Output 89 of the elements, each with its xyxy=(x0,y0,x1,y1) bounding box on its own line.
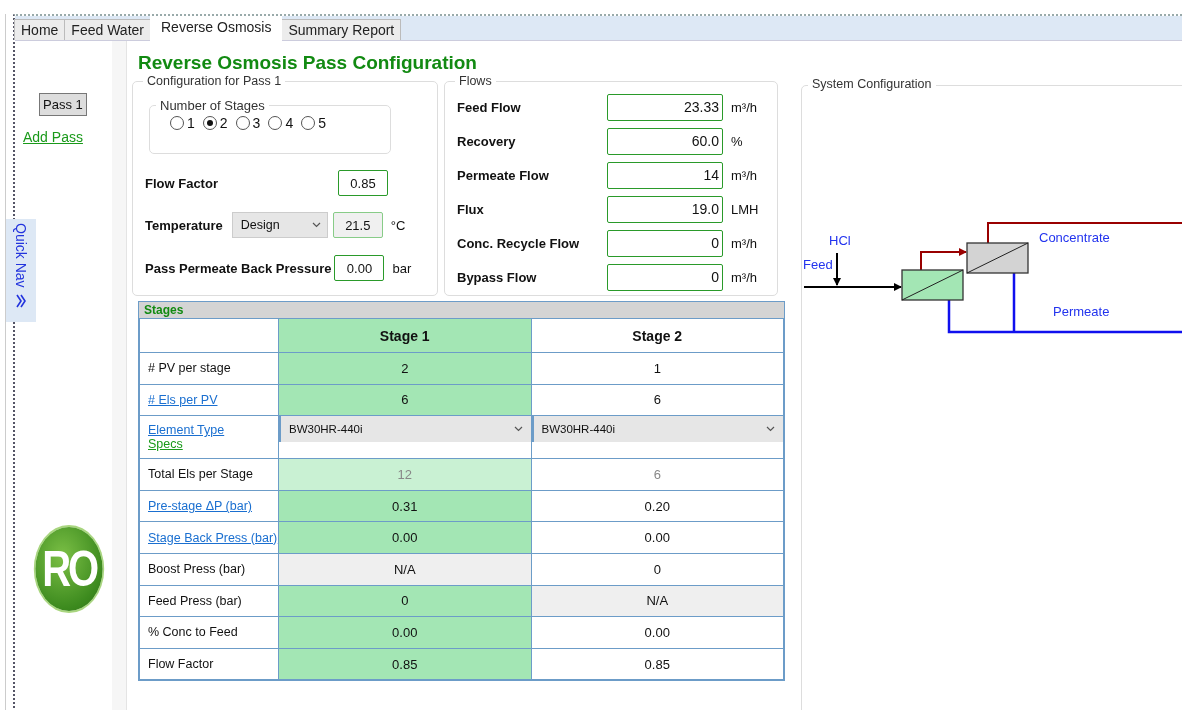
radio-button[interactable] xyxy=(301,116,316,130)
table-cell[interactable]: 0.00 xyxy=(531,522,784,554)
chemical-label: HCl xyxy=(829,233,851,248)
quick-nav-label: Quick Nav xyxy=(13,223,29,288)
group-title: System Configuration xyxy=(808,77,936,91)
select-value: Design xyxy=(240,218,280,232)
table-cell[interactable]: 0.00 xyxy=(531,617,784,649)
select-value: BW30HR-440i xyxy=(289,423,363,436)
feed-label: Feed xyxy=(803,257,833,272)
table-cell[interactable]: 0.00 xyxy=(279,617,532,649)
unit-label: m³/h xyxy=(731,269,757,285)
specs-link[interactable]: Specs xyxy=(148,437,183,452)
group-title: Number of Stages xyxy=(159,98,266,113)
select-value: BW30HR-440i xyxy=(541,423,615,436)
element-type-select[interactable]: BW30HR-440i xyxy=(531,416,783,443)
flow-field[interactable]: 60.0 xyxy=(607,127,723,155)
table-cell[interactable]: 0.31 xyxy=(279,490,532,523)
radio-label: 1 xyxy=(187,115,195,131)
page-title: Reverse Osmosis Pass Configuration xyxy=(138,52,477,74)
radio-label: 3 xyxy=(252,115,261,131)
field-label: Conc. Recycle Flow xyxy=(457,235,581,251)
tab[interactable]: Home xyxy=(14,19,66,40)
table-cell[interactable]: 2 xyxy=(279,353,532,385)
tab[interactable]: Feed Water xyxy=(64,19,151,40)
field-label: Flux xyxy=(457,201,485,217)
unit-label: bar xyxy=(392,260,412,276)
temperature-select[interactable]: Design xyxy=(231,212,328,238)
tab[interactable]: Reverse Osmosis xyxy=(150,16,283,41)
table-cell[interactable]: 1 xyxy=(531,353,784,385)
chevron-down-icon xyxy=(311,222,321,228)
table-cell[interactable]: 0.20 xyxy=(531,490,784,523)
group-title: Configuration for Pass 1 xyxy=(146,74,283,88)
table-cell: 6 xyxy=(531,459,784,491)
interstage-line xyxy=(920,248,967,271)
radio-label: 2 xyxy=(219,115,228,131)
unit-label: m³/h xyxy=(731,99,757,115)
table-cell[interactable]: 0.85 xyxy=(279,648,532,681)
add-pass-link[interactable]: Add Pass xyxy=(23,129,83,145)
flow-field[interactable]: 0 xyxy=(607,263,723,291)
row-link[interactable]: Element Type xyxy=(148,423,225,438)
flow-field[interactable]: 19.0 xyxy=(607,195,723,223)
table-caption: Stages xyxy=(139,302,784,319)
table-cell[interactable]: 0 xyxy=(279,585,532,618)
field-label: Recovery xyxy=(457,133,517,149)
table-cell: 12 xyxy=(279,459,532,491)
permeate-label: Permeate xyxy=(1053,304,1110,319)
group-title: Flows xyxy=(458,74,493,88)
unit-label: °C xyxy=(390,217,406,233)
radio-button[interactable] xyxy=(235,116,250,130)
unit-label: m³/h xyxy=(731,167,757,183)
tab[interactable]: Summary Report xyxy=(281,19,402,40)
radio-label: 5 xyxy=(318,115,326,131)
quick-nav-tab[interactable]: Quick Nav xyxy=(6,219,36,322)
unit-label: m³/h xyxy=(731,235,757,251)
table-cell: N/A xyxy=(279,553,532,586)
table-cell: N/A xyxy=(531,585,784,618)
field-label: Bypass Flow xyxy=(457,269,538,285)
unit-label: % xyxy=(731,133,743,149)
radio-label: 4 xyxy=(285,115,294,131)
temperature-field[interactable]: 21.5 xyxy=(332,212,383,238)
field-label: Permeate Flow xyxy=(457,167,550,183)
flow-factor-field[interactable]: 0.85 xyxy=(338,170,388,196)
back-pressure-field[interactable]: 0.00 xyxy=(334,255,385,281)
pass-button[interactable]: Pass 1 xyxy=(39,93,87,116)
concentrate-label: Concentrate xyxy=(1039,230,1110,245)
unit-label: LMH xyxy=(731,201,759,217)
chevron-down-icon xyxy=(513,426,523,433)
element-type-select[interactable]: BW30HR-440i xyxy=(279,416,531,443)
ro-logo: RO xyxy=(35,527,103,611)
column-header: Stage 2 xyxy=(531,319,784,353)
flow-field[interactable]: 0 xyxy=(607,229,723,257)
table-cell[interactable]: 0.85 xyxy=(531,648,784,681)
chevron-down-icon xyxy=(766,426,775,433)
field-label: Pass Permeate Back Pressure xyxy=(145,260,332,276)
radio-button[interactable] xyxy=(170,116,184,130)
radio-button[interactable] xyxy=(268,116,283,130)
column-header: Stage 1 xyxy=(279,319,532,353)
field-label: Flow Factor xyxy=(145,175,218,191)
flow-field[interactable]: 14 xyxy=(607,161,723,189)
field-label: Temperature xyxy=(145,217,223,233)
table-cell[interactable]: 6 xyxy=(279,384,532,417)
chemical-dosing-arrow xyxy=(833,252,841,286)
table-cell[interactable]: 0.00 xyxy=(279,522,532,554)
table-cell[interactable]: 6 xyxy=(531,384,784,417)
double-chevron-icon[interactable] xyxy=(15,293,27,308)
flow-field[interactable]: 23.33 xyxy=(607,93,723,121)
table-cell[interactable]: 0 xyxy=(531,553,784,586)
field-label: Feed Flow xyxy=(457,99,522,115)
radio-button[interactable] xyxy=(202,116,217,130)
